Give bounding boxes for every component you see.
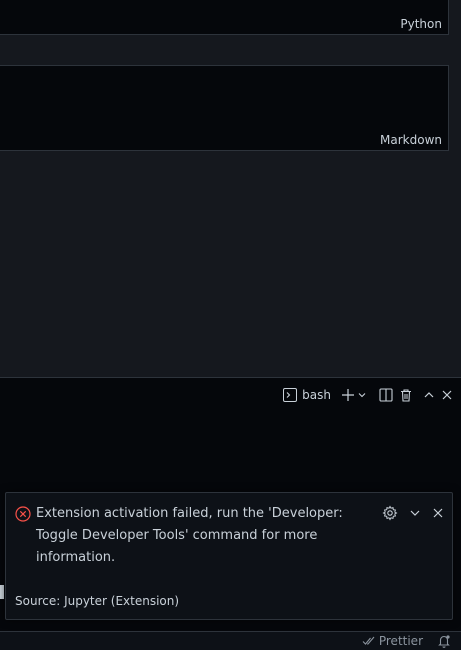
plus-icon	[341, 388, 355, 402]
chevron-up-icon	[423, 389, 435, 401]
chevron-down-icon[interactable]	[408, 506, 422, 520]
terminal-profile-dropdown[interactable]	[357, 385, 367, 405]
status-item-prettier[interactable]: Prettier	[362, 634, 423, 648]
trash-icon	[399, 388, 413, 402]
notification-toast: Extension activation failed, run the 'De…	[5, 492, 453, 620]
notification-actions	[382, 505, 444, 521]
terminal-icon	[283, 388, 298, 402]
notebook-cell-python[interactable]: Python	[0, 0, 449, 35]
notebook-cell-markdown[interactable]: Markdown	[0, 65, 449, 151]
cell-language-label[interactable]: Markdown	[380, 133, 442, 147]
status-item-notifications[interactable]	[437, 634, 451, 648]
notification-source: Source: Jupyter (Extension)	[15, 594, 180, 608]
terminal-name: bash	[302, 388, 331, 402]
bell-icon	[437, 634, 451, 648]
close-icon[interactable]	[432, 507, 444, 519]
split-terminal-button[interactable]	[379, 385, 393, 405]
panel-toolbar: bash	[283, 385, 453, 405]
chevron-down-icon	[357, 390, 367, 400]
check-all-icon	[362, 635, 376, 647]
workbench: Python Markdown bash Extension activatio…	[0, 0, 461, 650]
terminal-tab-bash[interactable]: bash	[283, 385, 335, 405]
gear-icon[interactable]	[382, 505, 398, 521]
close-icon	[441, 389, 453, 401]
maximize-panel-button[interactable]	[423, 385, 435, 405]
error-icon	[15, 506, 31, 526]
status-bar: Prettier	[0, 631, 461, 650]
cell-language-label[interactable]: Python	[400, 17, 442, 31]
split-icon	[379, 388, 393, 402]
terminal-cursor	[0, 585, 4, 599]
notification-message: Extension activation failed, run the 'De…	[36, 506, 343, 565]
prettier-label: Prettier	[378, 634, 423, 648]
new-terminal-button[interactable]	[341, 385, 355, 405]
close-panel-button[interactable]	[441, 385, 453, 405]
kill-terminal-button[interactable]	[399, 385, 413, 405]
notebook-editor: Python Markdown	[0, 0, 461, 377]
